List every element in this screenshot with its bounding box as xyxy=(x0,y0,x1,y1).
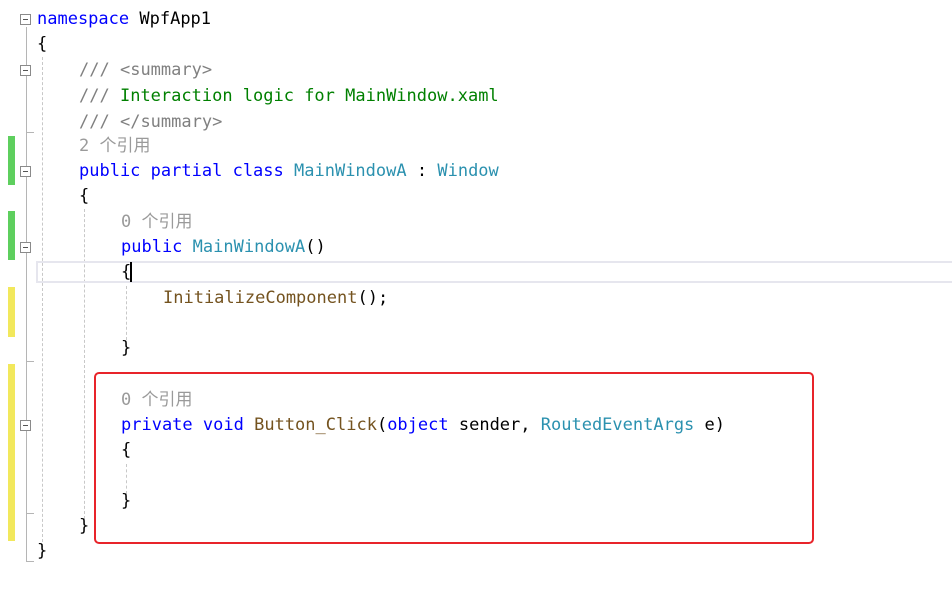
outline-end xyxy=(26,513,34,514)
class-name: MainWindowA xyxy=(294,161,407,181)
doc-prefix: /// xyxy=(79,60,110,80)
constructor-references-text: 0 个引用 xyxy=(121,212,193,232)
summary-open-tag: <summary> xyxy=(119,60,213,80)
constructor-name: MainWindowA xyxy=(192,237,306,257)
code-line-summary-close[interactable]: /// </summary> xyxy=(79,110,222,135)
public-keyword: public xyxy=(121,237,183,257)
collapse-method-button[interactable] xyxy=(20,420,31,431)
code-line-namespace-close-brace[interactable]: } xyxy=(37,539,47,564)
constructor-parens: () xyxy=(305,237,326,257)
outline-end xyxy=(26,361,34,362)
code-line-summary-open[interactable]: /// <summary> xyxy=(79,58,212,83)
code-line-namespace[interactable]: namespace WpfApp1 xyxy=(37,7,211,32)
saved-change-marker xyxy=(8,136,15,185)
class-close-brace: } xyxy=(79,516,90,536)
summary-text: Interaction logic for MainWindow.xaml xyxy=(119,86,499,106)
constructor-close-brace: } xyxy=(121,338,132,358)
collapse-class-button[interactable] xyxy=(20,166,31,177)
saved-change-marker xyxy=(8,211,15,260)
code-line-class-declaration[interactable]: public partial class MainWindowA : Windo… xyxy=(79,159,499,184)
unsaved-change-marker xyxy=(8,364,15,541)
constructor-references-codelens[interactable]: 0 个引用 xyxy=(121,210,192,235)
namespace-keyword: namespace xyxy=(37,9,130,29)
code-editor[interactable]: namespace WpfApp1 { /// <summary> /// In… xyxy=(0,0,952,605)
doc-prefix: /// xyxy=(79,112,110,132)
base-class-name: Window xyxy=(437,161,499,181)
text-caret xyxy=(130,262,132,282)
collapse-namespace-button[interactable] xyxy=(20,14,31,25)
outline-end xyxy=(26,132,34,133)
unsaved-change-marker xyxy=(8,287,15,337)
code-line-class-open-brace[interactable]: { xyxy=(79,184,89,209)
annotation-highlight-box xyxy=(94,372,814,544)
namespace-open-brace: { xyxy=(37,34,48,54)
code-line-constructor[interactable]: public MainWindowA() xyxy=(121,235,326,260)
summary-close-tag: </summary> xyxy=(119,112,223,132)
public-keyword: public xyxy=(79,161,141,181)
initialize-component-call: InitializeComponent xyxy=(163,288,358,308)
call-tail: (); xyxy=(357,288,389,308)
code-line-class-close-brace[interactable]: } xyxy=(79,514,89,539)
indent-guide xyxy=(42,57,43,547)
code-line-constructor-close-brace[interactable]: } xyxy=(121,336,131,361)
class-references-text: 2 个引用 xyxy=(79,136,151,156)
outline-end xyxy=(26,561,34,562)
namespace-name: WpfApp1 xyxy=(139,9,212,29)
collapse-summary-button[interactable] xyxy=(20,65,31,76)
outline-line xyxy=(26,27,27,561)
class-keyword: class xyxy=(232,161,284,181)
current-line-highlight xyxy=(36,261,952,283)
class-open-brace: { xyxy=(79,186,90,206)
collapse-constructor-button[interactable] xyxy=(20,242,31,253)
code-line-brace[interactable]: { xyxy=(37,32,47,57)
inheritance-colon: : xyxy=(416,161,428,181)
code-line-summary-text[interactable]: /// Interaction logic for MainWindow.xam… xyxy=(79,84,499,109)
namespace-close-brace: } xyxy=(37,541,48,561)
doc-prefix: /// xyxy=(79,86,110,106)
indent-guide xyxy=(126,286,127,340)
code-line-initialize-call[interactable]: InitializeComponent(); xyxy=(163,286,388,311)
indent-guide xyxy=(84,209,85,519)
class-references-codelens[interactable]: 2 个引用 xyxy=(79,134,150,159)
partial-keyword: partial xyxy=(150,161,223,181)
